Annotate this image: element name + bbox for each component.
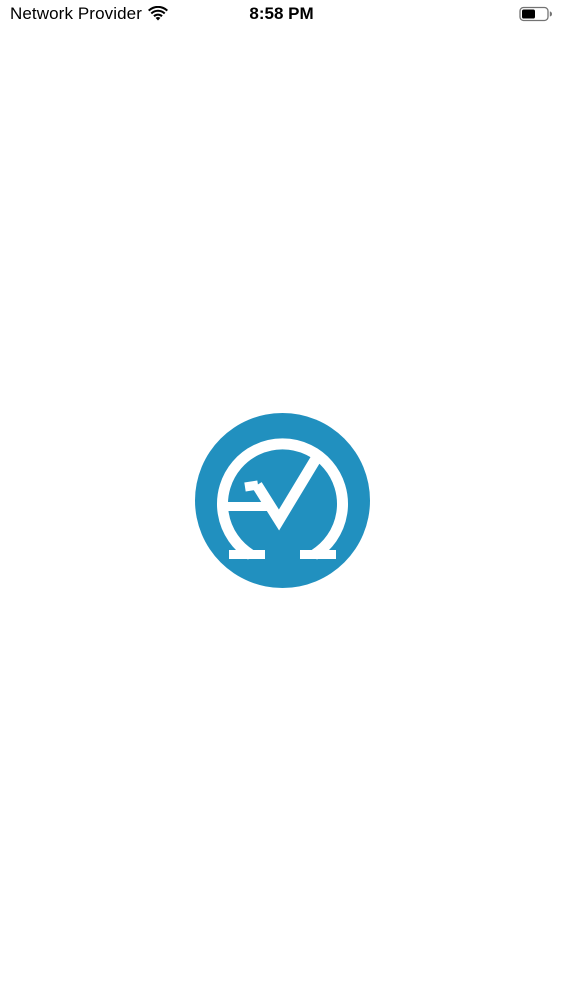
app-logo bbox=[195, 413, 370, 588]
status-time: 8:58 PM bbox=[249, 4, 314, 23]
status-bar: Network Provider 8:58 PM bbox=[0, 0, 563, 30]
battery-icon bbox=[519, 6, 552, 22]
app-logo-icon bbox=[195, 413, 370, 588]
splash-screen: Network Provider 8:58 PM bbox=[0, 0, 563, 1000]
